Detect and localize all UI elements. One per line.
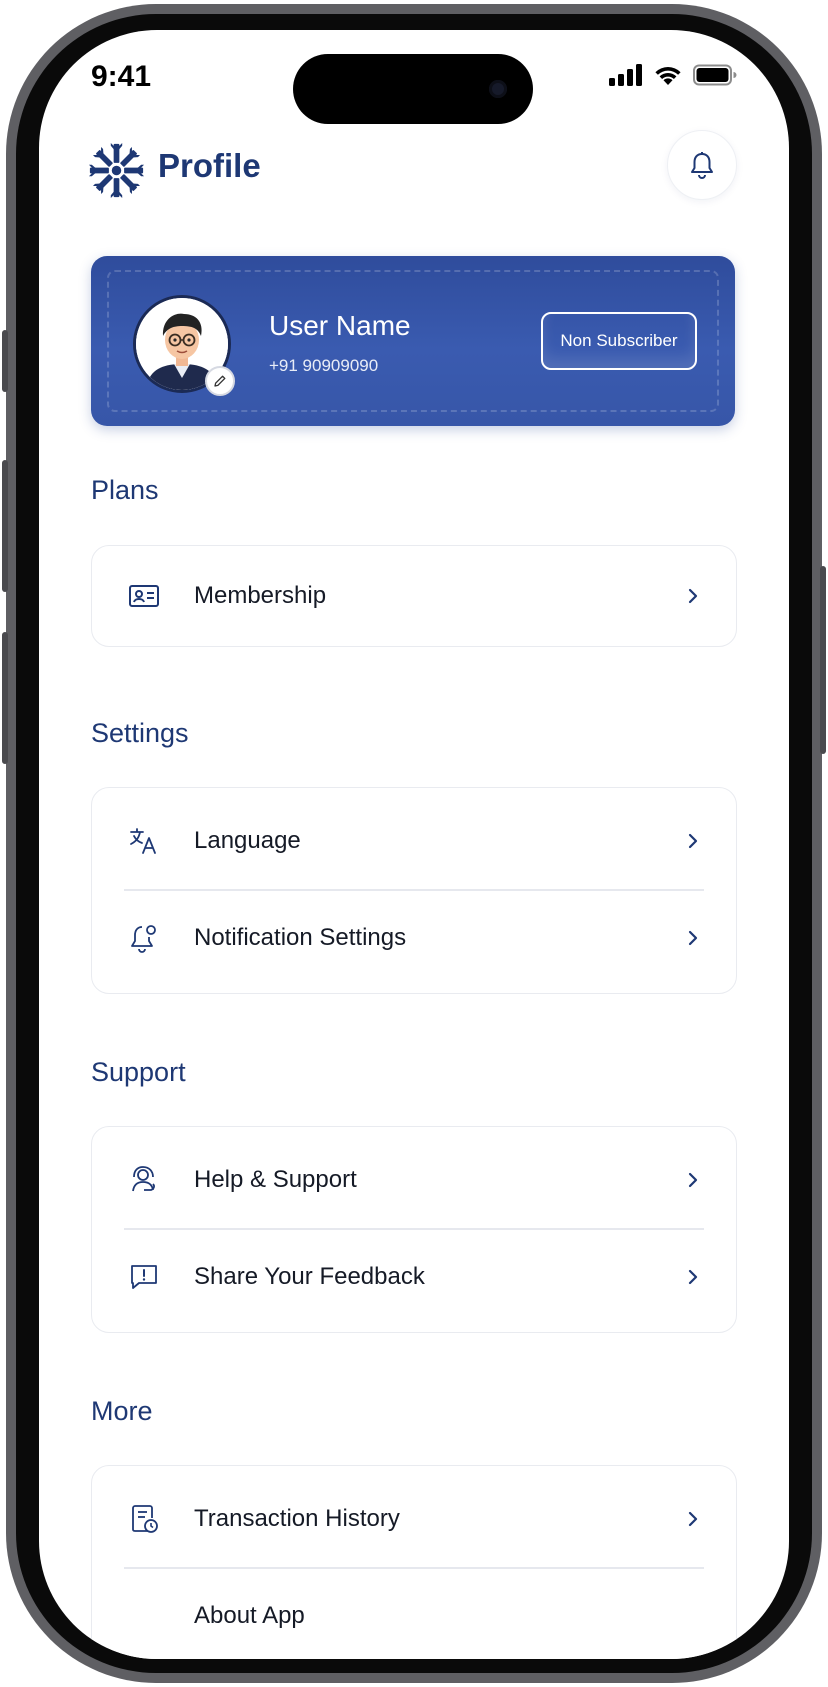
profile-card[interactable]: User Name +91 90909090 Non Subscriber <box>91 256 735 426</box>
pencil-icon <box>214 375 226 387</box>
translate-icon <box>130 828 156 854</box>
list-item-transaction-history[interactable]: Transaction History <box>92 1471 736 1567</box>
id-card-icon <box>129 585 159 607</box>
section-title-plans: Plans <box>91 475 159 505</box>
chevron-right-icon <box>688 588 698 604</box>
list-item-label: About App <box>194 1602 305 1629</box>
plans-card: Membership <box>91 545 737 647</box>
list-item-about-app[interactable]: About App <box>92 1568 736 1659</box>
subscription-status-button[interactable]: Non Subscriber <box>541 312 697 370</box>
camera-icon <box>489 80 507 98</box>
screen: 9:41 Profile User Name +91 90909090 Non … <box>39 30 789 1659</box>
list-item-language[interactable]: Language <box>92 793 736 889</box>
list-item-label: Notification Settings <box>194 924 407 951</box>
user-name: User Name <box>269 310 411 341</box>
more-card: Transaction History About App <box>91 1465 737 1659</box>
section-title-settings: Settings <box>91 718 189 748</box>
signal-icon <box>609 64 642 86</box>
wifi-icon <box>655 67 681 85</box>
dynamic-island <box>293 54 533 124</box>
section-title-support: Support <box>91 1057 186 1087</box>
support-card: Help & Support Share Your Feedback <box>91 1126 737 1333</box>
list-item-label: Help & Support <box>194 1166 357 1193</box>
page-title: Profile <box>158 147 261 184</box>
list-item-label: Membership <box>194 582 327 609</box>
chevron-right-icon <box>688 1511 698 1527</box>
side-button <box>2 460 8 592</box>
side-button <box>820 566 826 754</box>
list-item-membership[interactable]: Membership <box>92 548 736 644</box>
list-item-label: Share Your Feedback <box>194 1263 425 1290</box>
user-phone: +91 90909090 <box>269 356 379 375</box>
battery-icon <box>693 64 737 86</box>
bell-settings-icon <box>131 925 156 953</box>
app-logo-icon <box>88 142 145 199</box>
side-button <box>2 632 8 764</box>
list-item-label: Language <box>194 827 301 854</box>
feedback-icon <box>131 1265 157 1289</box>
edit-avatar-button[interactable] <box>205 366 235 396</box>
headset-icon <box>132 1166 155 1192</box>
chevron-right-icon <box>688 930 698 946</box>
list-item-share-feedback[interactable]: Share Your Feedback <box>92 1229 736 1325</box>
list-item-help-support[interactable]: Help & Support <box>92 1132 736 1228</box>
list-item-label: Transaction History <box>194 1505 400 1532</box>
chevron-right-icon <box>688 833 698 849</box>
section-title-more: More <box>91 1396 153 1426</box>
chevron-right-icon <box>688 1269 698 1285</box>
chevron-right-icon <box>688 1172 698 1188</box>
bell-icon <box>691 152 713 179</box>
list-item-notification-settings[interactable]: Notification Settings <box>92 890 736 986</box>
side-button <box>2 330 8 392</box>
receipt-clock-icon <box>132 1505 158 1533</box>
status-icons <box>609 64 737 86</box>
notification-button[interactable] <box>667 130 737 200</box>
settings-card: Language Notification Settings <box>91 787 737 994</box>
status-time: 9:41 <box>91 60 152 93</box>
